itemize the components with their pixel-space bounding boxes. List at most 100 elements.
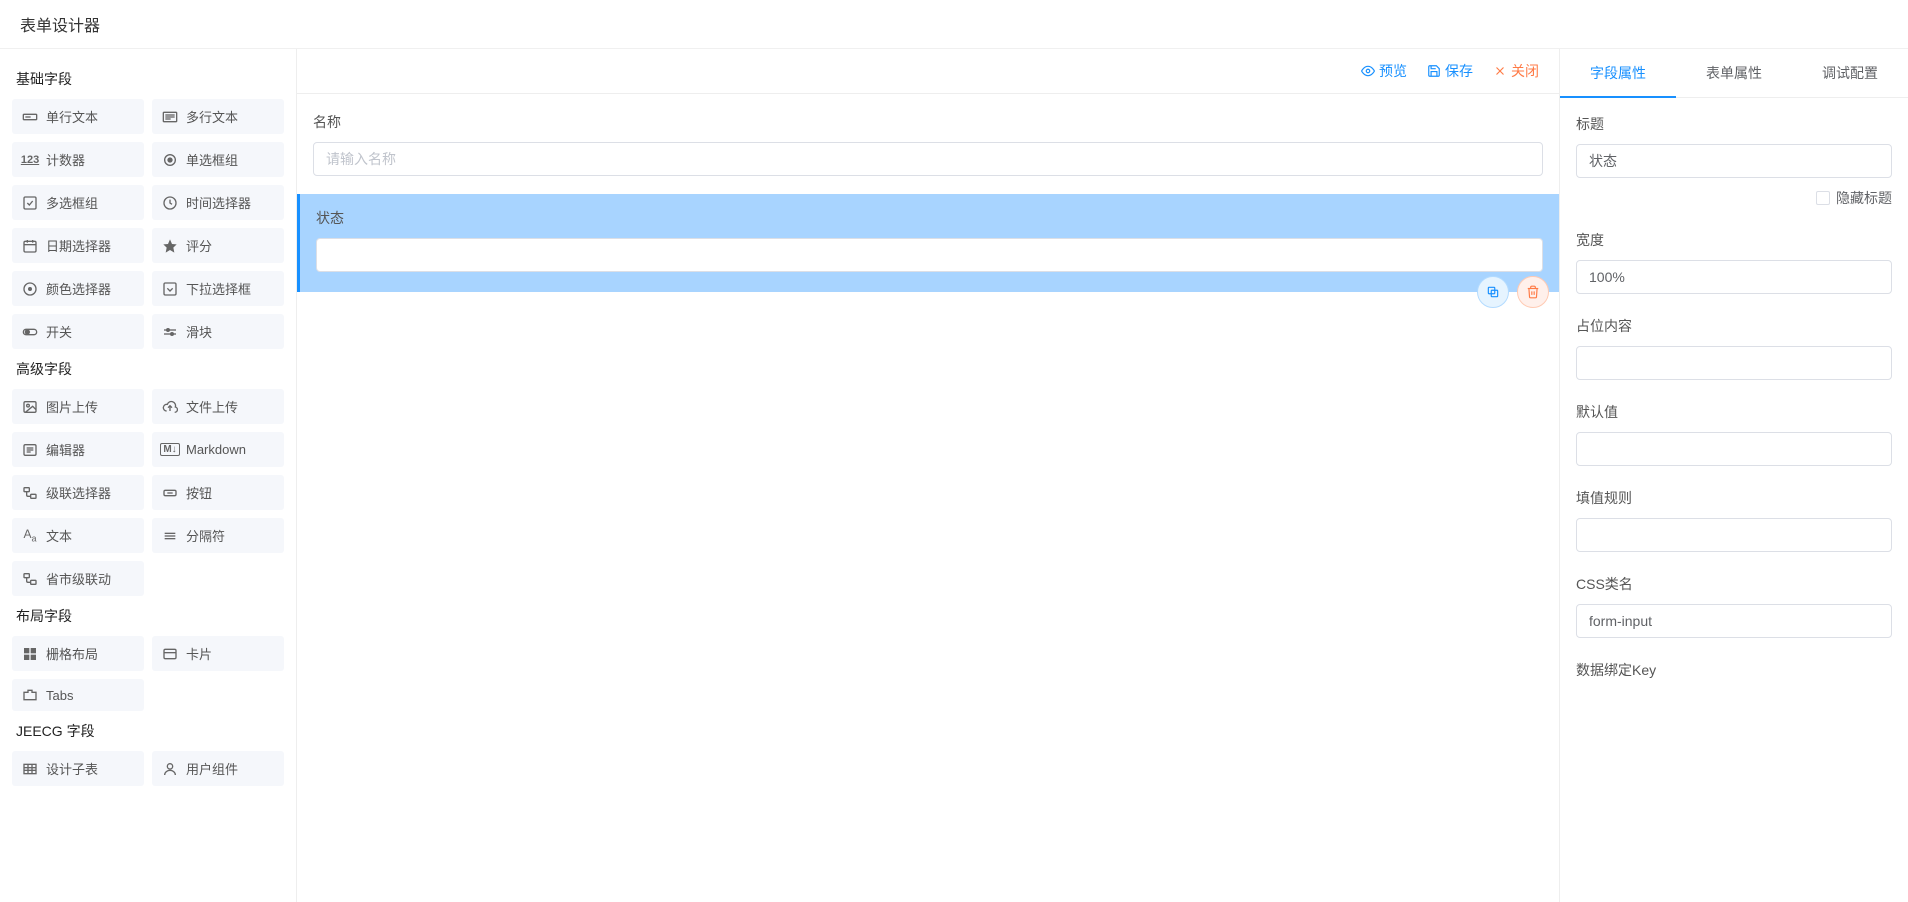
palette-item-label: 时间选择器 bbox=[186, 193, 251, 212]
hide-title-label: 隐藏标题 bbox=[1836, 188, 1892, 208]
prop-fillrule-input[interactable] bbox=[1576, 518, 1892, 552]
palette-item[interactable]: 分隔符 bbox=[152, 518, 284, 553]
palette-item-label: 图片上传 bbox=[46, 397, 98, 416]
radio-icon bbox=[162, 152, 178, 168]
save-button[interactable]: 保存 bbox=[1427, 61, 1473, 81]
palette-item[interactable]: 用户组件 bbox=[152, 751, 284, 786]
palette-item-label: 省市级联动 bbox=[46, 569, 111, 588]
palette-item[interactable]: 单选框组 bbox=[152, 142, 284, 177]
group-title: JEECG 字段 bbox=[12, 711, 284, 751]
palette-item-label: 栅格布局 bbox=[46, 644, 98, 663]
prop-cssclass-label: CSS类名 bbox=[1576, 574, 1892, 594]
palette-item[interactable]: 级联选择器 bbox=[12, 475, 144, 510]
color-icon bbox=[22, 281, 38, 297]
prop-default-label: 默认值 bbox=[1576, 402, 1892, 422]
save-icon bbox=[1427, 64, 1441, 78]
palette-item-label: 多选框组 bbox=[46, 193, 98, 212]
close-button[interactable]: 关闭 bbox=[1493, 61, 1539, 81]
field-input[interactable] bbox=[313, 142, 1543, 176]
form-canvas[interactable]: 名称状态 bbox=[297, 94, 1559, 902]
palette-item[interactable]: 编辑器 bbox=[12, 432, 144, 467]
palette-item-label: 单选框组 bbox=[186, 150, 238, 169]
palette-item[interactable]: 图片上传 bbox=[12, 389, 144, 424]
table-icon bbox=[22, 761, 38, 777]
number-icon: 123 bbox=[22, 152, 38, 168]
palette-item-label: 下拉选择框 bbox=[186, 279, 251, 298]
palette-item[interactable]: 评分 bbox=[152, 228, 284, 263]
group-title: 高级字段 bbox=[12, 349, 284, 389]
canvas-form-field[interactable]: 名称 bbox=[297, 98, 1559, 190]
preview-button[interactable]: 预览 bbox=[1361, 61, 1407, 81]
image-icon bbox=[22, 399, 38, 415]
palette-item[interactable]: 文件上传 bbox=[152, 389, 284, 424]
prop-databindkey-label: 数据绑定Key bbox=[1576, 660, 1892, 680]
prop-cssclass-input[interactable] bbox=[1576, 604, 1892, 638]
palette-item-label: 分隔符 bbox=[186, 526, 225, 545]
checkbox-icon bbox=[22, 195, 38, 211]
palette-item[interactable]: Tabs bbox=[12, 679, 144, 711]
switch-icon bbox=[22, 324, 38, 340]
prop-fillrule-label: 填值规则 bbox=[1576, 488, 1892, 508]
palette-item-label: 用户组件 bbox=[186, 759, 238, 778]
palette-item[interactable]: 多选框组 bbox=[12, 185, 144, 220]
props-tab[interactable]: 表单属性 bbox=[1676, 49, 1792, 97]
palette-item-label: 多行文本 bbox=[186, 107, 238, 126]
palette-item[interactable]: 按钮 bbox=[152, 475, 284, 510]
divider-icon bbox=[162, 528, 178, 544]
prop-default-input[interactable] bbox=[1576, 432, 1892, 466]
font-icon: Aa bbox=[22, 528, 38, 544]
palette-item[interactable]: 开关 bbox=[12, 314, 144, 349]
page-title: 表单设计器 bbox=[0, 0, 1908, 49]
select-icon bbox=[162, 281, 178, 297]
palette-item-label: 编辑器 bbox=[46, 440, 85, 459]
palette-item-label: 设计子表 bbox=[46, 759, 98, 778]
button-icon bbox=[162, 485, 178, 501]
close-icon bbox=[1493, 64, 1507, 78]
prop-placeholder-input[interactable] bbox=[1576, 346, 1892, 380]
palette-item[interactable]: Aa 文本 bbox=[12, 518, 144, 553]
palette-item[interactable]: 单行文本 bbox=[12, 99, 144, 134]
upload-icon bbox=[162, 399, 178, 415]
group-title: 基础字段 bbox=[12, 59, 284, 99]
palette-item[interactable]: M↓Markdown bbox=[152, 432, 284, 467]
field-label: 名称 bbox=[313, 112, 1543, 132]
palette-item[interactable]: 卡片 bbox=[152, 636, 284, 671]
palette-item[interactable]: 省市级联动 bbox=[12, 561, 144, 596]
copy-field-button[interactable] bbox=[1477, 276, 1509, 308]
prop-width-label: 宽度 bbox=[1576, 230, 1892, 250]
palette-item[interactable]: 栅格布局 bbox=[12, 636, 144, 671]
cascader-icon bbox=[22, 485, 38, 501]
prop-title-input[interactable] bbox=[1576, 144, 1892, 178]
palette-item-label: 卡片 bbox=[186, 644, 212, 663]
palette-item[interactable]: 日期选择器 bbox=[12, 228, 144, 263]
palette-item[interactable]: 颜色选择器 bbox=[12, 271, 144, 306]
text-input-icon bbox=[22, 109, 38, 125]
palette-item-label: 文件上传 bbox=[186, 397, 238, 416]
field-input[interactable] bbox=[316, 238, 1543, 272]
canvas-form-field[interactable]: 状态 bbox=[297, 194, 1559, 292]
prop-width-input[interactable] bbox=[1576, 260, 1892, 294]
field-label: 状态 bbox=[316, 208, 1543, 228]
palette-item[interactable]: 时间选择器 bbox=[152, 185, 284, 220]
group-title: 布局字段 bbox=[12, 596, 284, 636]
props-tab[interactable]: 字段属性 bbox=[1560, 49, 1676, 97]
prop-title-label: 标题 bbox=[1576, 114, 1892, 134]
tabs-icon bbox=[22, 687, 38, 703]
palette-item-label: 按钮 bbox=[186, 483, 212, 502]
palette-item-label: 日期选择器 bbox=[46, 236, 111, 255]
palette-item-label: 单行文本 bbox=[46, 107, 98, 126]
palette-item-label: 评分 bbox=[186, 236, 212, 255]
palette-item[interactable]: 下拉选择框 bbox=[152, 271, 284, 306]
palette-item[interactable]: 设计子表 bbox=[12, 751, 144, 786]
delete-field-button[interactable] bbox=[1517, 276, 1549, 308]
calendar-icon bbox=[22, 238, 38, 254]
palette-item-label: 文本 bbox=[46, 526, 72, 545]
hide-title-checkbox[interactable] bbox=[1816, 191, 1830, 205]
palette-item[interactable]: 多行文本 bbox=[152, 99, 284, 134]
markdown-icon: M↓ bbox=[162, 442, 178, 458]
editor-icon bbox=[22, 442, 38, 458]
palette-item[interactable]: 滑块 bbox=[152, 314, 284, 349]
properties-panel: 字段属性表单属性调试配置 标题 隐藏标题 宽度 占位内容 bbox=[1560, 49, 1908, 902]
palette-item[interactable]: 123计数器 bbox=[12, 142, 144, 177]
props-tab[interactable]: 调试配置 bbox=[1792, 49, 1908, 97]
